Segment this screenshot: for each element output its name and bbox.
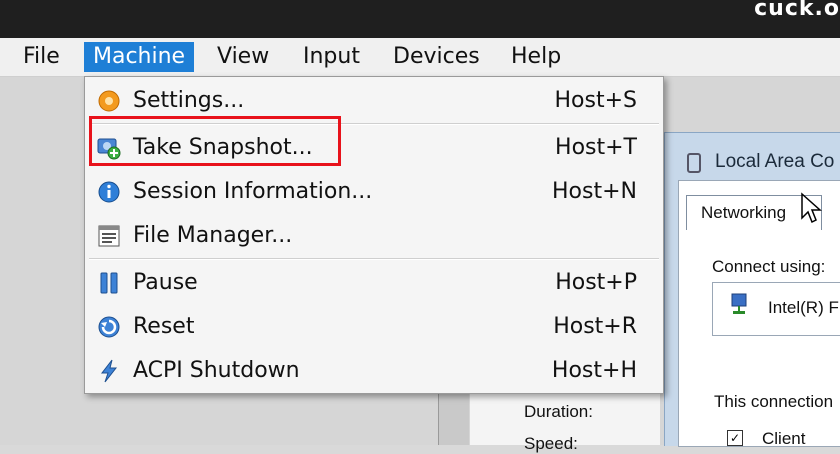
window-title-bar: cuck.o xyxy=(0,0,840,38)
menu-item-file-manager[interactable]: File Manager... xyxy=(85,214,663,258)
menu-help[interactable]: Help xyxy=(502,42,570,72)
menu-item-shortcut: Host+H xyxy=(551,358,637,383)
connection-items-label: This connection xyxy=(714,392,834,411)
menu-devices[interactable]: Devices xyxy=(384,42,489,72)
duration-label: Duration: xyxy=(524,402,593,421)
mouse-cursor-icon xyxy=(801,192,822,224)
acpi-shutdown-icon xyxy=(100,359,118,383)
menu-item-pause[interactable]: Pause Host+P xyxy=(85,261,663,305)
menu-item-label: File Manager... xyxy=(133,223,293,248)
speed-label: Speed: xyxy=(524,434,578,453)
file-manager-icon xyxy=(98,225,120,247)
menu-item-shortcut: Host+R xyxy=(553,314,637,339)
menu-item-label: Session Information... xyxy=(133,179,373,204)
adapter-name: Intel(R) F xyxy=(768,298,839,317)
menu-item-label: Reset xyxy=(133,314,195,339)
menu-item-shortcut: Host+P xyxy=(555,270,637,295)
menu-item-label: Pause xyxy=(133,270,198,295)
menu-file[interactable]: File xyxy=(14,42,69,72)
pause-icon xyxy=(100,272,118,294)
window-title: cuck.o xyxy=(754,0,840,21)
menu-item-shortcut: Host+T xyxy=(555,135,637,160)
gear-icon xyxy=(98,90,120,112)
menu-item-acpi-shutdown[interactable]: ACPI Shutdown Host+H xyxy=(85,349,663,393)
client-checkbox[interactable]: ✓ xyxy=(727,430,743,446)
info-icon xyxy=(98,181,120,203)
connect-using-label: Connect using: xyxy=(712,257,826,276)
menu-item-session-information[interactable]: Session Information... Host+N xyxy=(85,170,663,214)
snapshot-highlight-box xyxy=(89,116,341,166)
menu-item-reset[interactable]: Reset Host+R xyxy=(85,305,663,349)
menu-separator xyxy=(89,258,659,260)
menu-input[interactable]: Input xyxy=(294,42,369,72)
network-adapter-icon xyxy=(731,293,747,314)
menu-machine[interactable]: Machine xyxy=(84,42,195,72)
menu-item-shortcut: Host+N xyxy=(552,179,637,204)
network-window-title: Local Area Co xyxy=(715,151,835,172)
menu-item-label: ACPI Shutdown xyxy=(133,358,300,383)
reset-icon xyxy=(98,316,120,338)
menu-bar: File Machine View Input Devices Help xyxy=(0,38,840,77)
menu-item-shortcut: Host+S xyxy=(554,88,638,113)
client-item-label: Client xyxy=(762,429,806,448)
network-icon xyxy=(687,153,701,173)
menu-view[interactable]: View xyxy=(208,42,278,72)
